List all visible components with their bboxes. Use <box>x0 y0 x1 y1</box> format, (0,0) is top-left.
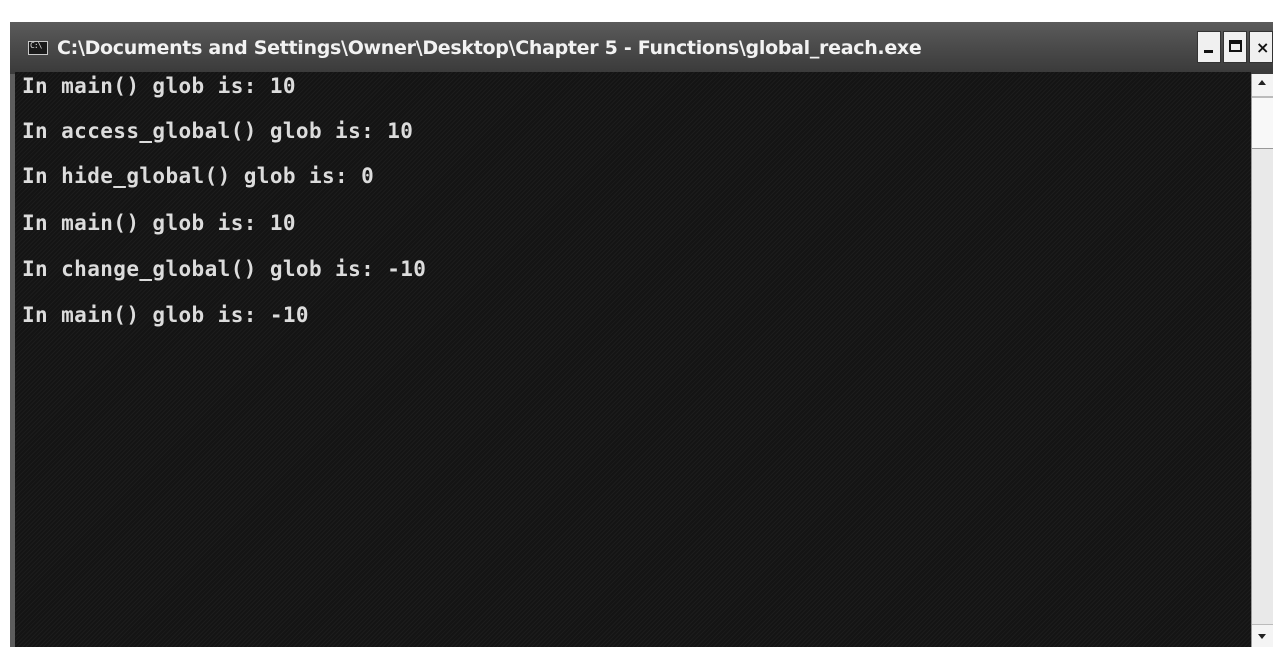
scroll-thumb[interactable] <box>1252 97 1273 149</box>
console-line: In access_global() glob is: 10 <box>22 119 414 143</box>
console-line: In main() glob is: 10 <box>22 74 296 98</box>
console-line: In main() glob is: -10 <box>22 303 309 327</box>
maximize-button[interactable] <box>1223 31 1247 63</box>
console-line: In hide_global() glob is: 0 <box>22 164 375 188</box>
vertical-scrollbar[interactable] <box>1251 74 1273 647</box>
maximize-icon <box>1229 40 1242 52</box>
console-line: In change_global() glob is: -10 <box>22 257 427 281</box>
console-output[interactable]: In main() glob is: 10 In access_global()… <box>15 72 1251 647</box>
window-title: C:\Documents and Settings\Owner\Desktop\… <box>57 37 922 59</box>
title-bar[interactable]: C:\Documents and Settings\Owner\Desktop\… <box>10 22 1273 74</box>
console-icon[interactable] <box>28 41 48 55</box>
minimize-button[interactable] <box>1197 31 1221 63</box>
window-controls: × <box>1195 31 1273 63</box>
close-button[interactable]: × <box>1249 31 1273 63</box>
console-line: In main() glob is: 10 <box>22 211 296 235</box>
console-window: C:\Documents and Settings\Owner\Desktop\… <box>10 22 1273 647</box>
minimize-icon <box>1204 50 1213 53</box>
scroll-down-button[interactable] <box>1252 624 1273 647</box>
close-icon: × <box>1256 38 1270 57</box>
scroll-up-button[interactable] <box>1252 74 1273 97</box>
